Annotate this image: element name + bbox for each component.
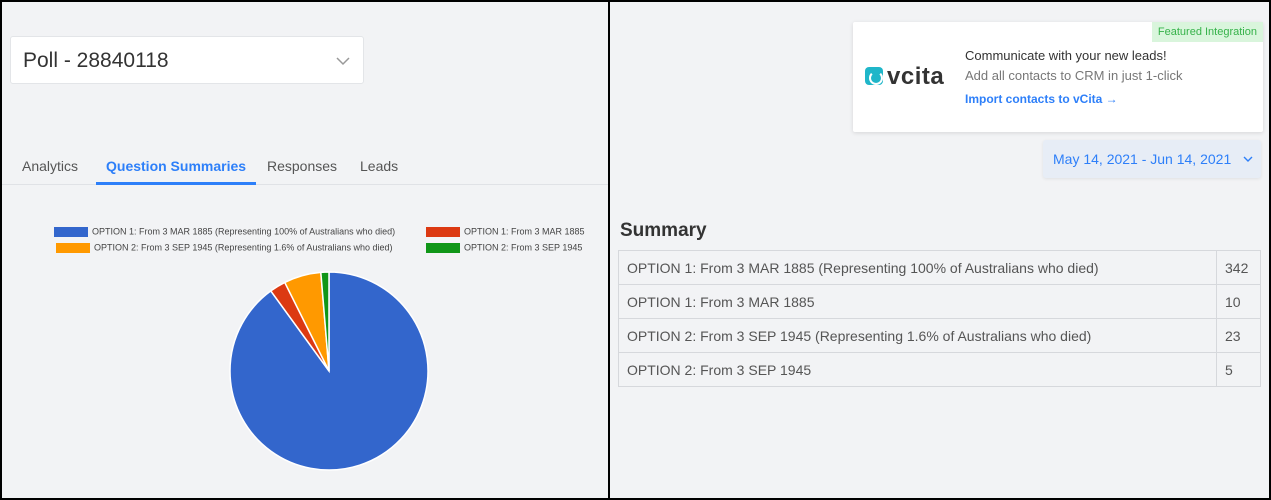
summary-table: OPTION 1: From 3 MAR 1885 (Representing … xyxy=(618,250,1261,387)
table-row: OPTION 2: From 3 SEP 1945 (Representing … xyxy=(618,318,1261,353)
poll-select-label: Poll - 28840118 xyxy=(23,49,169,72)
pie-chart: OPTION 1: From 3 MAR 1885 (Representing … xyxy=(2,186,608,498)
count-cell: 5 xyxy=(1216,352,1261,387)
option-cell: OPTION 1: From 3 MAR 1885 (Representing … xyxy=(618,250,1217,285)
import-contacts-link[interactable]: Import contacts to vCita → xyxy=(965,92,1118,106)
pie-svg xyxy=(229,271,429,471)
option-cell: OPTION 1: From 3 MAR 1885 xyxy=(618,284,1217,319)
integration-headline: Communicate with your new leads! xyxy=(965,48,1167,63)
integration-card: Featured Integration vcita Communicate w… xyxy=(853,22,1263,132)
date-range-label: May 14, 2021 - Jun 14, 2021 xyxy=(1053,151,1232,167)
chevron-down-icon xyxy=(1243,156,1253,162)
featured-badge: Featured Integration xyxy=(1151,22,1263,42)
integration-subtext: Add all contacts to CRM in just 1-click xyxy=(965,68,1183,83)
option-cell: OPTION 2: From 3 SEP 1945 xyxy=(618,352,1217,387)
tab-responses[interactable]: Responses xyxy=(267,158,337,185)
summary-panel: Featured Integration vcita Communicate w… xyxy=(610,2,1269,498)
poll-select-dropdown[interactable]: Poll - 28840118 xyxy=(10,36,364,84)
tab-bar: Analytics Question Summaries Responses L… xyxy=(2,152,608,185)
count-cell: 23 xyxy=(1216,318,1261,353)
chevron-down-icon xyxy=(336,57,350,66)
count-cell: 10 xyxy=(1216,284,1261,319)
table-row: OPTION 1: From 3 MAR 1885 (Representing … xyxy=(618,250,1261,285)
vcita-logo-text: vcita xyxy=(887,63,945,90)
vcita-logo: vcita xyxy=(865,63,951,90)
tab-leads[interactable]: Leads xyxy=(360,158,398,185)
tab-question-summaries[interactable]: Question Summaries xyxy=(96,158,257,185)
analytics-panel: Poll - 28840118 Analytics Question Summa… xyxy=(2,2,608,498)
tab-analytics[interactable]: Analytics xyxy=(22,158,78,185)
count-cell: 342 xyxy=(1216,250,1261,285)
vcita-logo-icon xyxy=(865,67,883,85)
summary-title: Summary xyxy=(620,220,707,241)
date-range-picker[interactable]: May 14, 2021 - Jun 14, 2021 xyxy=(1043,140,1261,178)
table-row: OPTION 1: From 3 MAR 1885 10 xyxy=(618,284,1261,319)
table-row: OPTION 2: From 3 SEP 1945 5 xyxy=(618,352,1261,387)
option-cell: OPTION 2: From 3 SEP 1945 (Representing … xyxy=(618,318,1217,353)
